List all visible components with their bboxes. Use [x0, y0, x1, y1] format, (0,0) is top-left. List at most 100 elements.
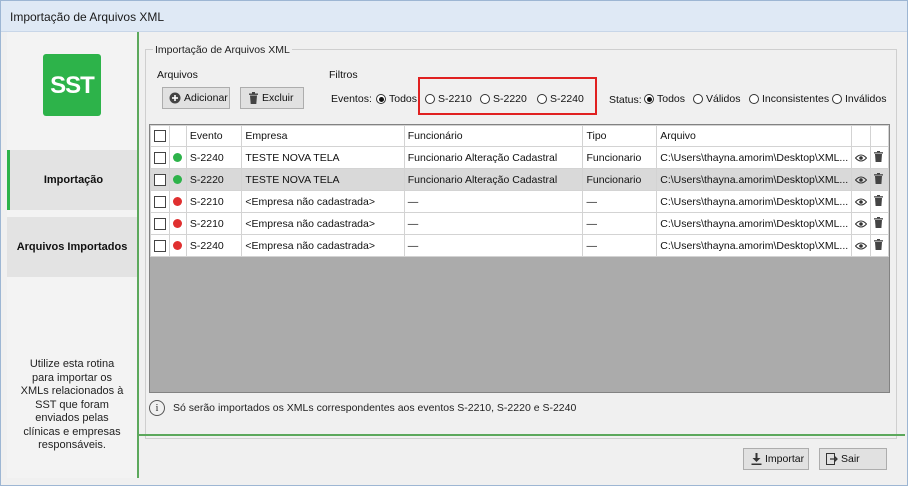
column-header[interactable]: Tipo: [582, 125, 658, 147]
add-button[interactable]: Adicionar: [162, 87, 230, 109]
title-bar: Importação de Arquivos XML: [1, 1, 907, 32]
footer-bar: Importar Sair: [139, 434, 905, 480]
cell-arquivo: C:\Users\thayna.amorim\Desktop\XML...: [656, 190, 853, 213]
exit-button-label: Sair: [841, 453, 860, 465]
delete-button[interactable]: Excluir: [240, 87, 304, 109]
view-button[interactable]: [851, 168, 872, 191]
delete-row-button[interactable]: [870, 146, 889, 169]
view-button[interactable]: [851, 212, 872, 235]
view-button[interactable]: [851, 234, 872, 257]
exit-button[interactable]: Sair: [819, 448, 887, 470]
checkbox-icon: [154, 173, 166, 186]
sidebar: SST Importação Arquivos Importados Utili…: [7, 32, 139, 478]
radio-status-invalidos[interactable]: Inválidos: [832, 93, 886, 105]
row-checkbox[interactable]: [150, 190, 170, 213]
cell-arquivo: C:\Users\thayna.amorim\Desktop\XML...: [656, 212, 853, 235]
eye-icon: [855, 198, 868, 206]
cell-funcionario: —: [403, 190, 584, 213]
cell-empresa: TESTE NOVA TELA: [241, 168, 405, 191]
cell-empresa: <Empresa não cadastrada>: [241, 190, 405, 213]
cell-tipo: Funcionario: [582, 146, 658, 169]
row-status: [169, 146, 187, 169]
view-button[interactable]: [851, 146, 872, 169]
help-line: enviados pelas: [35, 412, 109, 424]
eye-icon: [855, 220, 868, 228]
info-text: Só serão importados os XMLs corresponden…: [173, 402, 577, 414]
column-header[interactable]: Funcionário: [403, 125, 584, 147]
cell-evento: S-2210: [185, 212, 243, 235]
header-select-all[interactable]: [150, 125, 170, 147]
checkbox-icon: [154, 151, 166, 164]
trash-icon: [874, 238, 884, 250]
delete-button-label: Excluir: [262, 92, 294, 104]
table-row[interactable]: S-2240 TESTE NOVA TELA Funcionario Alter…: [150, 146, 889, 169]
cell-empresa: <Empresa não cadastrada>: [241, 234, 405, 257]
delete-row-button[interactable]: [870, 168, 889, 191]
radio-icon: [749, 94, 759, 104]
eye-icon: [855, 242, 868, 250]
checkbox-icon: [154, 195, 166, 208]
radio-label: Válidos: [706, 93, 741, 105]
cell-empresa: TESTE NOVA TELA: [241, 146, 405, 169]
add-button-label: Adicionar: [184, 92, 228, 104]
trash-icon: [874, 172, 884, 184]
cell-arquivo: C:\Users\thayna.amorim\Desktop\XML...: [656, 168, 853, 191]
import-button-label: Importar: [765, 453, 805, 465]
cell-funcionario: Funcionario Alteração Cadastral: [403, 146, 584, 169]
filtros-legend: Filtros: [329, 69, 358, 81]
radio-icon: [693, 94, 703, 104]
view-button[interactable]: [851, 190, 872, 213]
table-row[interactable]: S-2240 <Empresa não cadastrada> — — C:\U…: [150, 234, 889, 257]
download-icon: [750, 453, 762, 465]
radio-status-inconsistentes[interactable]: Inconsistentes: [749, 93, 829, 105]
cell-evento: S-2210: [185, 190, 243, 213]
row-checkbox[interactable]: [150, 146, 170, 169]
help-line: clínicas e empresas: [23, 425, 121, 438]
trash-icon: [874, 216, 884, 228]
sidebar-item-label: Importação: [43, 174, 104, 186]
cell-evento: S-2240: [185, 146, 243, 169]
row-status: [169, 190, 187, 213]
column-header[interactable]: Evento: [185, 125, 243, 147]
table-row[interactable]: S-2210 <Empresa não cadastrada> — — C:\U…: [150, 212, 889, 235]
radio-status-todos[interactable]: Todos: [644, 93, 685, 105]
table-row[interactable]: S-2220 TESTE NOVA TELA Funcionario Alter…: [150, 168, 889, 191]
cell-empresa: <Empresa não cadastrada>: [241, 212, 405, 235]
status-dot-icon: [173, 241, 182, 251]
delete-row-button[interactable]: [870, 212, 889, 235]
checkbox-icon: [154, 130, 166, 143]
radio-status-validos[interactable]: Válidos: [693, 93, 740, 105]
row-checkbox[interactable]: [150, 234, 170, 257]
cell-evento: S-2220: [185, 168, 243, 191]
cell-funcionario: —: [403, 212, 584, 235]
delete-row-button[interactable]: [870, 234, 889, 257]
sidebar-item-importacao[interactable]: Importação: [7, 150, 137, 210]
main-panel: Importação de Arquivos XML Arquivos Adic…: [139, 32, 905, 478]
radio-label: Todos: [389, 93, 418, 105]
files-grid: Evento Empresa Funcionário Tipo Arquivo …: [149, 124, 890, 393]
delete-row-button[interactable]: [870, 190, 889, 213]
help-line: para importar os: [31, 371, 113, 384]
row-checkbox[interactable]: [150, 212, 170, 235]
table-row[interactable]: S-2210 <Empresa não cadastrada> — — C:\U…: [150, 190, 889, 213]
row-status: [169, 234, 187, 257]
column-header[interactable]: Arquivo: [656, 125, 853, 147]
radio-eventos-todos[interactable]: Todos: [376, 93, 417, 105]
trash-icon: [247, 92, 259, 104]
import-button[interactable]: Importar: [743, 448, 809, 470]
checkbox-icon: [154, 217, 166, 230]
column-header[interactable]: Empresa: [241, 125, 405, 147]
sidebar-item-arquivos-importados[interactable]: Arquivos Importados: [7, 217, 137, 277]
radio-label: Inconsistentes: [762, 93, 830, 105]
eye-icon: [855, 154, 868, 162]
eye-icon: [855, 176, 868, 184]
help-line: responsáveis.: [38, 439, 106, 451]
cell-tipo: Funcionario: [582, 168, 658, 191]
sidebar-help-text: Utilize esta rotina para importar os XML…: [11, 358, 133, 453]
status-dot-icon: [173, 219, 182, 229]
arquivos-legend: Arquivos: [157, 69, 198, 81]
header-delete: [870, 125, 889, 147]
row-checkbox[interactable]: [150, 168, 170, 191]
status-label: Status:: [609, 94, 642, 106]
help-line: Utilize esta rotina: [29, 358, 115, 370]
